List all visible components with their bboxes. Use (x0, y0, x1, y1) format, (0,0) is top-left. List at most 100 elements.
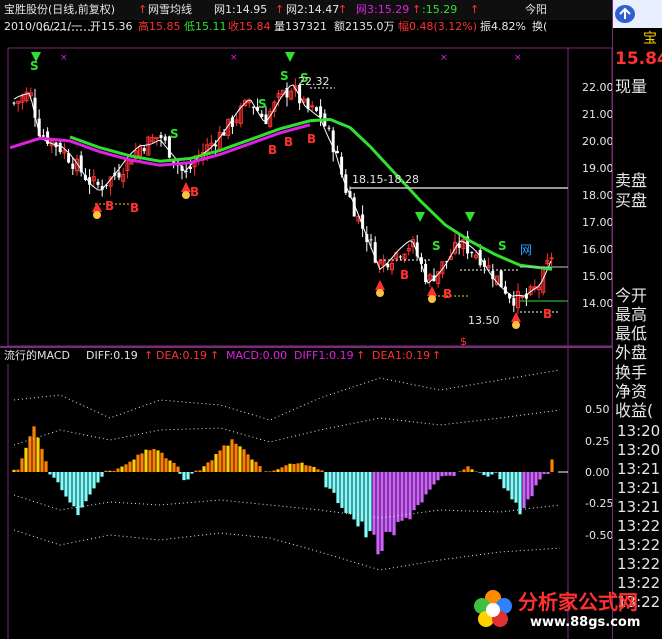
macd-bar (226, 445, 230, 472)
buy-signal-icon: B (130, 201, 139, 215)
money-bag-icon (182, 191, 190, 199)
macd-bar (470, 469, 474, 472)
macd-bar (88, 472, 92, 495)
macd-bar (392, 472, 396, 536)
macd-bar (400, 472, 404, 521)
panel-label-bid: 买盘 (615, 191, 648, 210)
quote-amount: 额2135.0万 (334, 20, 395, 33)
macd-bar (186, 472, 190, 480)
panel-top-button[interactable] (613, 0, 662, 28)
macd-bar (522, 472, 526, 509)
macd-bar (534, 472, 538, 486)
candle-body (214, 144, 218, 147)
macd-bar (136, 454, 140, 472)
macd-bar (328, 472, 332, 489)
macd-bar (246, 454, 250, 472)
price-tick: 22.00 (582, 81, 614, 94)
macd-bar (412, 472, 416, 511)
macd-bar (424, 472, 428, 495)
panel-label-turnover: 换手 (615, 363, 648, 382)
macd-bar (376, 472, 380, 555)
macd-bar (368, 472, 372, 532)
panel-time: 13:22 (617, 517, 661, 535)
cross-marker: × (440, 53, 448, 63)
macd-bar (206, 462, 210, 472)
up-arrow-icon (427, 286, 437, 296)
macd-lower-dotted (13, 494, 561, 519)
candle-body (96, 181, 100, 185)
watermark-logo: 分析家公式网 www.88gs.com (470, 580, 660, 636)
cross-marker: × (60, 53, 68, 63)
macd-bar (416, 472, 420, 506)
macd-bar (172, 462, 176, 472)
buy-signal-icon: B (190, 185, 199, 199)
macd-bar (40, 448, 44, 472)
macd-bar (84, 472, 88, 502)
candle-body (470, 252, 474, 254)
macd-bar (380, 472, 384, 551)
macd-bar (152, 449, 156, 472)
macd-bar (530, 472, 534, 497)
panel-time: 13:20 (617, 441, 661, 459)
macd-bar (300, 462, 304, 472)
candle-body (163, 136, 167, 141)
macd-bar (486, 472, 490, 477)
down-arrow-icon (465, 212, 475, 222)
price-tick: 16.00 (582, 243, 614, 256)
macd-bar (144, 449, 148, 472)
candle-body (520, 295, 525, 298)
net-label: 网 (520, 243, 533, 257)
candle-body (154, 137, 159, 140)
price-tick: 18.00 (582, 189, 614, 202)
macd-bar (258, 466, 262, 472)
w2-value: 网2:14.47 (286, 3, 340, 16)
macd-bar (28, 436, 32, 472)
sell-signal-icon: S (498, 239, 507, 253)
macd-bar (432, 472, 436, 485)
quote-amplitude: 振4.82% (480, 20, 526, 33)
macd-bar (36, 437, 40, 472)
macd-bar (148, 450, 152, 472)
macd-bar (546, 472, 550, 475)
macd-bar (542, 472, 546, 475)
down-arrow-icon (285, 52, 295, 62)
w4-value: :15.29 (422, 3, 458, 16)
macd-bar (234, 443, 238, 472)
macd-bar (506, 472, 510, 491)
macd-bar (24, 447, 28, 472)
macd-bar (16, 469, 20, 472)
macd-bar (538, 472, 542, 480)
macd-bar (182, 472, 186, 481)
macd-bar (92, 472, 96, 489)
buy-signal-icon: B (268, 143, 277, 157)
flower-icon (474, 590, 512, 627)
stock-title: 宝胜股份(日线,前复权) (4, 3, 116, 16)
macd-bar (404, 472, 408, 518)
macd-bar (168, 460, 172, 472)
quote-close: 收15.84 (228, 20, 271, 33)
panel-time: 13:20 (617, 422, 661, 440)
candle-body (369, 239, 373, 241)
panel-time: 13:21 (617, 479, 661, 497)
w4-up-arrow: ↑ (470, 3, 480, 16)
macd-bar (372, 472, 376, 535)
macd-tick: 0.25 (585, 435, 610, 448)
macd-bar (230, 439, 234, 472)
quote-line: 2010/06/21/一 开15.36 高15.85 低15.11 收15.84… (0, 20, 612, 50)
macd-bar (482, 472, 486, 476)
dea-up-arrow: ↑ (210, 349, 220, 362)
chart-canvas[interactable]: SSSS SS SBBBB BBBBB× × × × (0, 0, 662, 639)
quote-open: 开15.36 (90, 20, 133, 33)
macd-tick: 0.50 (585, 403, 610, 416)
sell-signal-icon: S (280, 69, 289, 83)
diff-up-arrow: ↑ (144, 349, 154, 362)
macd-name: 流行的MACD (4, 349, 70, 362)
buy-signal-icon: B (284, 135, 293, 149)
indicator-name: 网雪均线 (148, 3, 192, 16)
panel-label-open: 今开 (615, 286, 648, 305)
panel-time: 13:21 (617, 498, 661, 516)
macd-bar (360, 472, 364, 522)
candle-body (264, 114, 268, 124)
w1-up-arrow: ↑ (275, 3, 285, 16)
macd-upper-dotted (13, 369, 561, 421)
